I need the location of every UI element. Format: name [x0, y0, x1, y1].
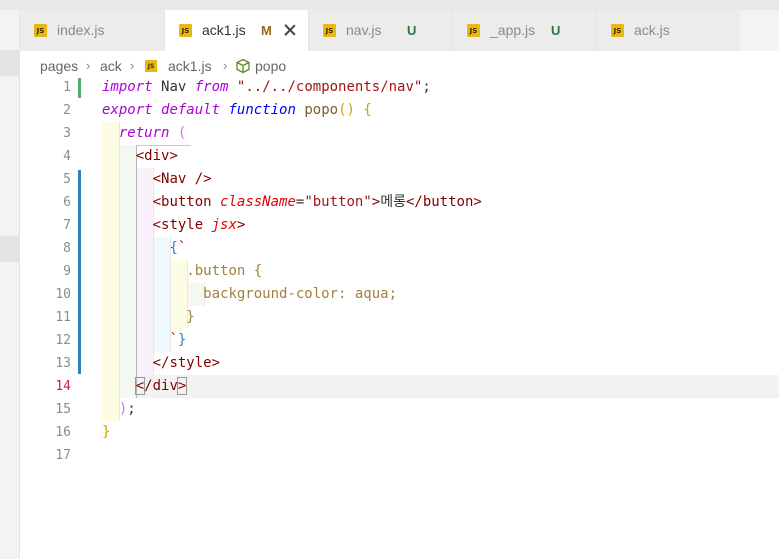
line-number: 11	[55, 310, 71, 325]
line-number: 16	[55, 425, 71, 440]
line-number: 15	[55, 402, 71, 417]
tab-ack1-js[interactable]: JS ack1.js M	[165, 10, 309, 51]
breadcrumb-item[interactable]: pages	[40, 56, 78, 76]
git-modified-marker[interactable]	[78, 170, 81, 374]
line-number-gutter: 1 2 3 4 5 6 7 8 9 10 11 12 13 14 15 16 1…	[20, 76, 81, 559]
tab-label: _app.js	[490, 22, 536, 38]
line-number: 2	[63, 103, 71, 118]
current-line-highlight	[102, 375, 779, 398]
sidebar-marker	[0, 236, 20, 262]
tab-bar: JS index.js JS ack1.js M JS nav.js U JS …	[20, 10, 779, 51]
sidebar-marker	[0, 50, 20, 76]
modified-badge: M	[261, 23, 272, 38]
title-strip	[0, 0, 779, 10]
code-line-15: );	[118, 401, 136, 417]
code-editor[interactable]: 1 2 3 4 5 6 7 8 9 10 11 12 13 14 15 16 1…	[20, 76, 779, 559]
chevron-right-icon: ›	[86, 58, 91, 73]
line-number: 7	[63, 218, 71, 233]
activity-bar	[0, 10, 20, 559]
code-line-9: .button {	[186, 263, 263, 279]
tab-label: ack.js	[634, 22, 670, 38]
line-number: 9	[63, 264, 71, 279]
code-line-13: </style>	[152, 355, 221, 371]
tab-label: nav.js	[346, 22, 382, 38]
line-number: 1	[63, 80, 71, 95]
line-number: 6	[63, 195, 71, 210]
tab-label: index.js	[57, 22, 105, 38]
code-line-14: </div>	[134, 377, 188, 395]
git-added-marker[interactable]	[78, 78, 81, 98]
code-line-10: background-color: aqua;	[203, 286, 398, 302]
code-line-12: `}	[169, 332, 187, 348]
js-file-icon: JS	[179, 24, 192, 37]
code-line-16: }	[102, 424, 111, 440]
js-file-icon: JS	[467, 24, 480, 37]
code-line-8: {`	[169, 240, 187, 256]
code-line-4: <div>	[135, 148, 178, 164]
breadcrumb-item[interactable]: ack	[100, 56, 122, 76]
line-number: 5	[63, 172, 71, 187]
breadcrumb-item[interactable]: popo	[255, 56, 286, 76]
js-file-icon: JS	[145, 56, 159, 76]
line-number: 17	[55, 448, 71, 463]
tab-nav-js[interactable]: JS nav.js U	[309, 10, 453, 51]
tab-bar-empty	[740, 10, 779, 51]
tab-app-js[interactable]: JS _app.js U	[453, 10, 597, 51]
line-number: 8	[63, 241, 71, 256]
code-line-2: export default function popo() {	[102, 102, 372, 118]
chevron-right-icon: ›	[223, 58, 228, 73]
line-number: 10	[55, 287, 71, 302]
js-file-icon: JS	[34, 24, 47, 37]
untracked-badge: U	[407, 23, 417, 38]
line-number: 12	[55, 333, 71, 348]
untracked-badge: U	[551, 23, 561, 38]
line-number: 13	[55, 356, 71, 371]
code-line-5: <Nav />	[152, 171, 212, 187]
js-file-icon: JS	[611, 24, 624, 37]
code-line-6: <button className="button">메롱</button>	[152, 194, 482, 210]
line-number: 3	[63, 126, 71, 141]
line-number: 4	[63, 149, 71, 164]
tab-ack-js[interactable]: JS ack.js	[597, 10, 741, 51]
tab-label: ack1.js	[202, 22, 246, 38]
code-line-3: return (	[118, 125, 187, 141]
cube-icon	[235, 58, 251, 74]
close-icon[interactable]	[283, 23, 297, 37]
tab-index-js[interactable]: JS index.js	[20, 10, 165, 51]
code-line-7: <style jsx>	[152, 217, 246, 233]
code-line-11: }	[186, 309, 195, 325]
chevron-right-icon: ›	[130, 58, 135, 73]
js-file-icon: JS	[323, 24, 336, 37]
current-line-number: 14	[55, 379, 71, 394]
code-line-1: import Nav from "../../components/nav";	[102, 79, 431, 95]
breadcrumb-item[interactable]: ack1.js	[168, 56, 212, 76]
